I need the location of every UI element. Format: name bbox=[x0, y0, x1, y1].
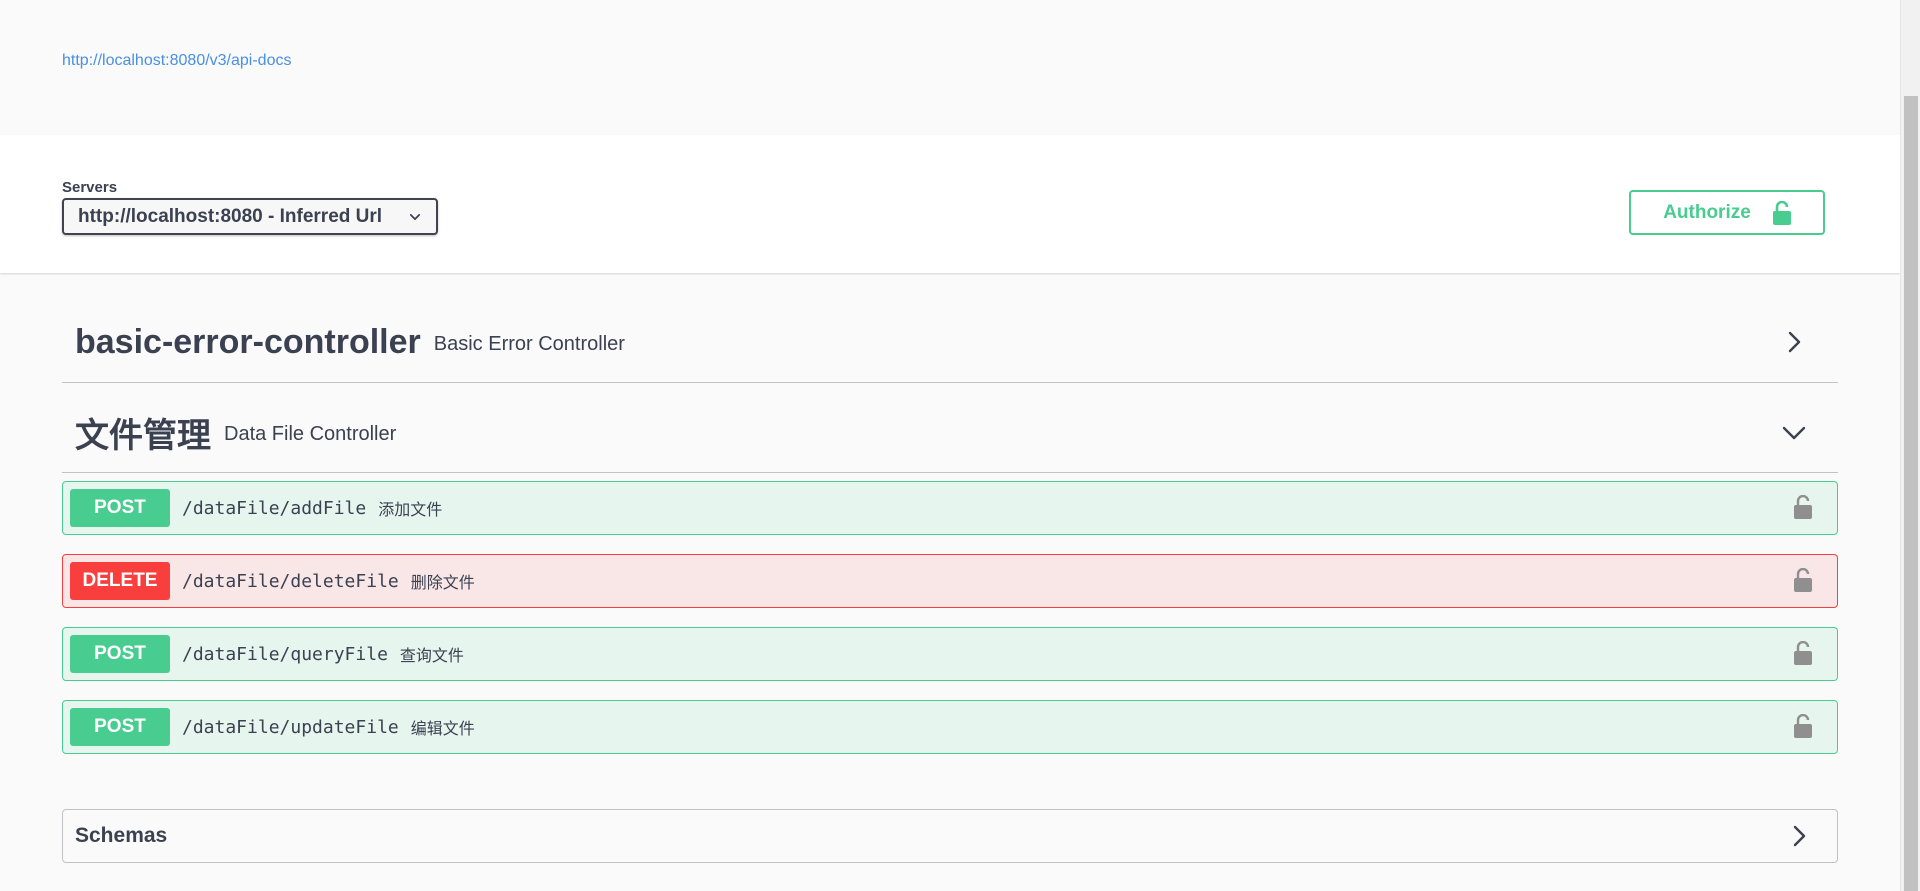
operation-summary: 编辑文件 bbox=[410, 721, 475, 738]
operation-update-file[interactable]: POST /dataFile/updateFile 编辑文件 bbox=[62, 700, 1838, 754]
method-badge: POST bbox=[70, 489, 170, 527]
method-badge: DELETE bbox=[70, 562, 170, 600]
vertical-scrollbar[interactable] bbox=[1900, 0, 1920, 891]
scheme-container: Servers http://localhost:8080 - Inferred… bbox=[0, 135, 1900, 273]
servers-selected-value: http://localhost:8080 - Inferred Url bbox=[78, 205, 383, 227]
api-docs-link[interactable]: http://localhost:8080/v3/api-docs bbox=[62, 52, 291, 70]
operation-path: /dataFile/queryFile bbox=[182, 643, 388, 665]
lock-icon[interactable] bbox=[1794, 641, 1812, 665]
authorize-label: Authorize bbox=[1663, 201, 1751, 223]
swagger-ui: http://localhost:8080/v3/api-docs Server… bbox=[0, 0, 1900, 891]
operation-summary: 查询文件 bbox=[399, 648, 464, 665]
operation-add-file[interactable]: POST /dataFile/addFile 添加文件 bbox=[62, 481, 1838, 535]
operation-path: /dataFile/addFile bbox=[182, 497, 367, 519]
tag-basic-error-controller[interactable]: basic-error-controller Basic Error Contr… bbox=[62, 303, 1838, 383]
chevron-down-icon[interactable] bbox=[1781, 423, 1807, 443]
tag-data-file-controller[interactable]: 文件管理 Data File Controller bbox=[62, 393, 1838, 473]
operation-delete-file[interactable]: DELETE /dataFile/deleteFile 删除文件 bbox=[62, 554, 1838, 608]
tag-name: 文件管理 bbox=[75, 417, 211, 455]
lock-icon[interactable] bbox=[1794, 714, 1812, 738]
tag-description: Data File Controller bbox=[224, 423, 397, 445]
method-badge: POST bbox=[70, 708, 170, 746]
scrollbar-thumb[interactable] bbox=[1904, 96, 1918, 891]
operation-summary: 添加文件 bbox=[378, 502, 443, 519]
schemas-section[interactable]: Schemas bbox=[62, 809, 1838, 863]
chevron-right-icon[interactable] bbox=[1784, 330, 1804, 354]
lock-open-icon bbox=[1772, 200, 1791, 225]
method-badge: POST bbox=[70, 635, 170, 673]
lock-icon[interactable] bbox=[1794, 568, 1812, 592]
operation-summary: 删除文件 bbox=[410, 575, 475, 592]
operation-path: /dataFile/deleteFile bbox=[182, 570, 399, 592]
operation-path: /dataFile/updateFile bbox=[182, 716, 399, 738]
operation-query-file[interactable]: POST /dataFile/queryFile 查询文件 bbox=[62, 627, 1838, 681]
schemas-label: Schemas bbox=[75, 824, 168, 847]
servers-label: Servers bbox=[62, 179, 118, 196]
tag-name: basic-error-controller bbox=[75, 323, 421, 361]
tag-description: Basic Error Controller bbox=[433, 333, 625, 355]
chevron-down-icon bbox=[409, 213, 421, 220]
chevron-right-icon[interactable] bbox=[1789, 824, 1809, 848]
info-section: http://localhost:8080/v3/api-docs bbox=[0, 0, 1900, 135]
authorize-button[interactable]: Authorize bbox=[1629, 190, 1825, 235]
servers-select[interactable]: http://localhost:8080 - Inferred Url bbox=[62, 198, 438, 235]
lock-icon[interactable] bbox=[1794, 495, 1812, 519]
